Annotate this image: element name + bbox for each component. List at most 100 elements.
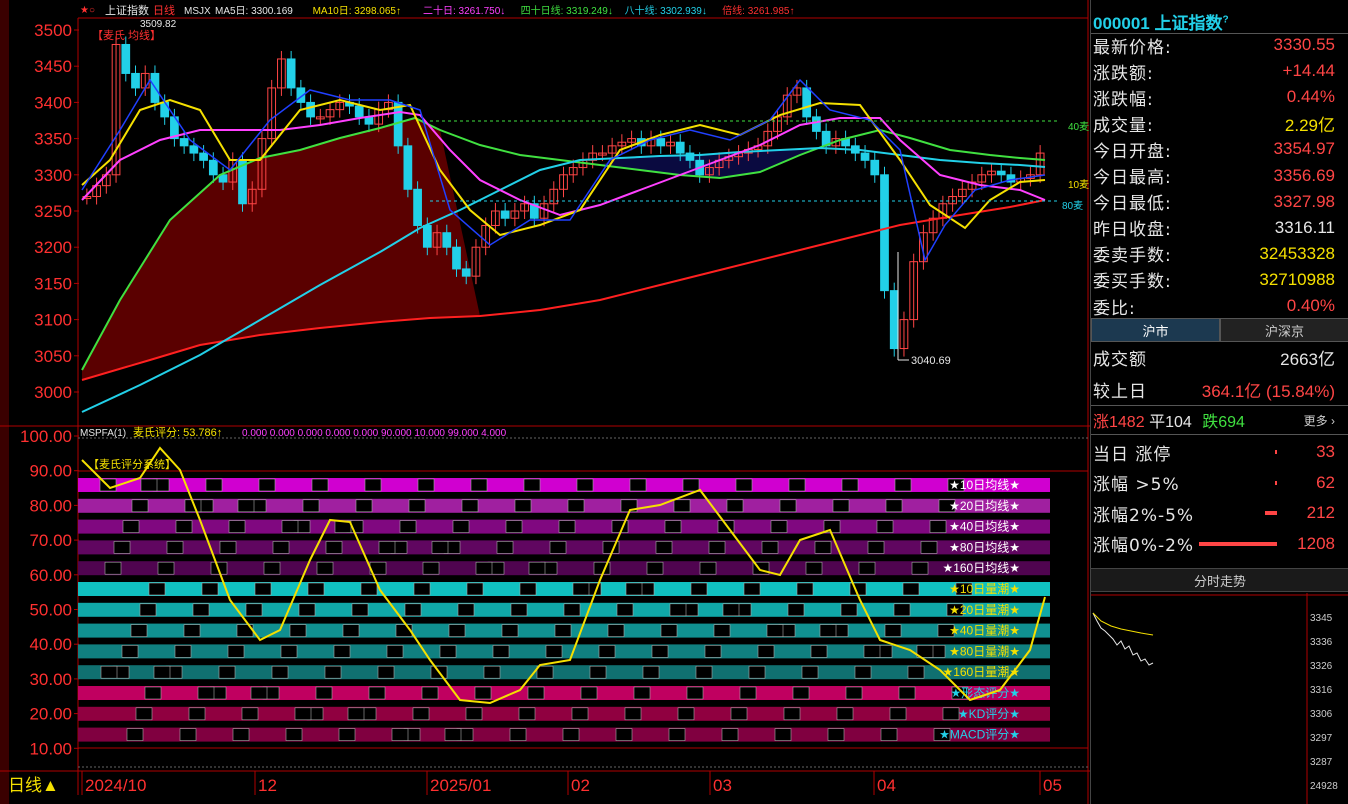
band-gap	[483, 665, 501, 679]
band-gap	[505, 520, 523, 533]
band-gap	[616, 603, 634, 617]
band-gap	[664, 520, 682, 533]
band-gap	[412, 707, 430, 721]
band-gap	[404, 603, 422, 617]
chart-svg[interactable]: 3500 3450 3400 3350 3300 3250 3200 3150 3100 3050…	[0, 0, 1090, 804]
band-gap	[192, 603, 210, 617]
quote-key: 委买手数:	[1093, 272, 1172, 293]
ma-header-item: 二十日: 3261.750↓	[423, 4, 505, 17]
band-gap	[422, 561, 440, 575]
quote-key: 成交量:	[1093, 115, 1154, 136]
band-gap	[840, 603, 858, 617]
band-gap	[902, 582, 920, 596]
distribution-label: 涨幅2%-5%	[1093, 505, 1195, 526]
band-gap	[421, 686, 439, 700]
quote-value: 32453328	[1259, 243, 1335, 263]
band-gap	[130, 624, 148, 637]
x-date: 03	[713, 776, 732, 795]
band-gap	[465, 707, 483, 721]
band-gap	[126, 728, 144, 741]
band-gap	[285, 728, 303, 741]
band-gap	[183, 624, 201, 637]
quote-row: 今日最低: 3327.98	[1091, 189, 1341, 215]
price-tick: 3100	[34, 311, 72, 330]
band-gap	[699, 561, 717, 575]
kline-chart-area[interactable]: 3500 3450 3400 3350 3300 3250 3200 3150 3100 3050…	[0, 0, 1090, 804]
band-label: ★160日量潮★	[942, 664, 1020, 679]
band-gap	[929, 520, 947, 533]
band-gap	[492, 645, 510, 658]
band-gap	[748, 665, 766, 679]
band-gap	[153, 665, 171, 679]
distribution-row: 涨幅2%-5% 212	[1091, 500, 1341, 526]
quote-value: 2.29亿	[1284, 115, 1335, 135]
sub-score-label: 麦氏评分: 53.786↑	[133, 426, 222, 439]
period-toggle[interactable]: 日线▲	[8, 776, 59, 795]
distribution-bar	[1265, 511, 1277, 515]
band-gap	[757, 645, 775, 658]
tab-all-markets[interactable]: 沪深京	[1220, 318, 1348, 342]
quote-value: 3354.97	[1273, 139, 1335, 159]
band-gap	[787, 603, 805, 617]
band-gap	[474, 686, 492, 700]
quote-row: 委卖手数: 32453328	[1091, 241, 1341, 267]
band-gap	[174, 645, 192, 658]
band-gap	[307, 582, 325, 596]
band-gap	[845, 686, 863, 700]
intraday-avg-line	[1092, 612, 1154, 636]
candle-body	[860, 152, 870, 161]
band-gap	[188, 707, 206, 721]
score-band	[78, 498, 1050, 513]
band-gap	[863, 645, 881, 658]
more-link[interactable]: 更多 ›	[1304, 412, 1335, 429]
band-gap	[228, 520, 246, 533]
band-gap	[311, 478, 329, 492]
band-label: ★160日均线★	[942, 561, 1020, 575]
band-gap	[514, 499, 532, 513]
quote-row: 今日最高: 3356.69	[1091, 163, 1341, 189]
band-gap	[695, 665, 713, 679]
stock-name: 上证指数	[1154, 14, 1223, 33]
distribution-bar	[1275, 450, 1277, 454]
right-label-10: 10麦	[1068, 179, 1089, 191]
candle-body	[802, 87, 812, 118]
quote-value: 32710988	[1259, 269, 1335, 289]
score-tick: 50.00	[29, 601, 72, 620]
band-gap	[140, 478, 158, 492]
price-tick: 3200	[34, 238, 72, 257]
band-gap	[876, 520, 894, 533]
band-gap	[122, 520, 140, 533]
band-gap	[351, 603, 369, 617]
band-gap	[646, 561, 664, 575]
band-gap	[135, 707, 153, 721]
band-gap	[801, 665, 819, 679]
intraday-mini-chart[interactable]: 3345 3336 3326 3316 3306 3297 3287 24928	[1091, 593, 1348, 804]
ma-header-item: MA10日: 3298.065↑	[313, 6, 401, 17]
band-gap	[625, 582, 643, 596]
down-count: 跌694	[1202, 414, 1245, 431]
right-label-80: 80麦	[1062, 200, 1083, 212]
band-gap	[413, 582, 431, 596]
band-gap	[417, 478, 435, 492]
ma-header-item: 八十线: 3302.939↓	[625, 4, 707, 17]
candle-body	[354, 105, 364, 118]
band-gap	[651, 645, 669, 658]
band-gap	[254, 582, 272, 596]
band-gap	[761, 541, 779, 554]
band-gap	[355, 499, 373, 513]
candle-body	[189, 145, 199, 154]
header-stock-name: 上证指数	[105, 3, 149, 17]
band-gap	[668, 728, 686, 741]
band-gap	[884, 624, 902, 637]
band-gap	[629, 478, 647, 492]
band-gap	[315, 686, 333, 700]
intraday-tab[interactable]: 分时走势	[1091, 568, 1348, 592]
tab-shanghai[interactable]: 沪市	[1091, 318, 1220, 342]
candle-body	[500, 210, 510, 219]
band-gap	[466, 582, 484, 596]
help-icon[interactable]: ?	[1222, 14, 1228, 25]
band-gap	[368, 686, 386, 700]
candle-body	[208, 159, 218, 176]
band-gap	[139, 603, 157, 617]
band-gap	[686, 686, 704, 700]
